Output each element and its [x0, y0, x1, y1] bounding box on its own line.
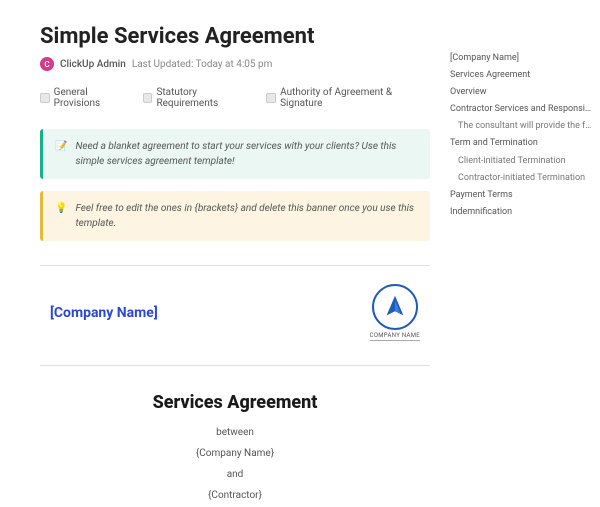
- agreement-heading: Services Agreement: [40, 392, 430, 413]
- section-chips: General Provisions Statutory Requirement…: [40, 87, 430, 109]
- company-logo-label: COMPANY NAME: [370, 332, 420, 341]
- last-updated: Last Updated: Today at 4:05 pm: [132, 59, 273, 70]
- chip-authority-signature[interactable]: Authority of Agreement & Signature: [266, 87, 430, 109]
- chip-label: General Provisions: [54, 87, 133, 109]
- toc-item-client-termination[interactable]: Client-initiated Termination: [450, 153, 592, 170]
- agreement-contractor[interactable]: {Contractor}: [40, 490, 430, 501]
- company-logo-block: COMPANY NAME: [370, 284, 420, 341]
- page-title: Simple Services Agreement: [40, 24, 430, 49]
- callout-text: Need a blanket agreement to start your s…: [75, 139, 418, 169]
- callout-instructions: 💡 Feel free to edit the ones in {bracket…: [40, 191, 430, 241]
- chip-statutory-requirements[interactable]: Statutory Requirements: [143, 87, 257, 109]
- chip-label: Statutory Requirements: [156, 87, 256, 109]
- doc-icon: [266, 93, 276, 103]
- chip-label: Authority of Agreement & Signature: [280, 87, 430, 109]
- company-logo-icon: [372, 284, 418, 330]
- author-name[interactable]: ClickUp Admin: [60, 59, 126, 70]
- toc-item-term-termination[interactable]: Term and Termination: [450, 135, 592, 152]
- author-avatar[interactable]: C: [40, 57, 54, 71]
- callout-intro: 📝 Need a blanket agreement to start your…: [40, 129, 430, 179]
- chip-general-provisions[interactable]: General Provisions: [40, 87, 133, 109]
- document-main: Simple Services Agreement C ClickUp Admi…: [0, 0, 450, 507]
- company-header: [Company Name] COMPANY NAME: [40, 284, 430, 341]
- bulb-icon: 💡: [55, 201, 67, 216]
- toc-item-contractor-services[interactable]: Contractor Services and Responsibilities: [450, 101, 592, 118]
- toc-item-company-name[interactable]: [Company Name]: [450, 50, 592, 67]
- agreement-and: and: [40, 469, 430, 480]
- divider: [40, 265, 430, 266]
- agreement-company[interactable]: {Company Name}: [40, 448, 430, 459]
- divider: [40, 365, 430, 366]
- doc-meta: C ClickUp Admin Last Updated: Today at 4…: [40, 57, 430, 71]
- doc-icon: [143, 93, 153, 103]
- memo-icon: 📝: [55, 139, 67, 154]
- toc-item-overview[interactable]: Overview: [450, 84, 592, 101]
- callout-text: Feel free to edit the ones in {brackets}…: [75, 201, 418, 231]
- doc-icon: [40, 93, 50, 103]
- toc-item-payment-terms[interactable]: Payment Terms: [450, 187, 592, 204]
- toc-item-contractor-termination[interactable]: Contractor-initiated Termination: [450, 170, 592, 187]
- toc-item-indemnification[interactable]: Indemnification: [450, 204, 592, 221]
- toc-item-consultant-provide[interactable]: The consultant will provide the follow..…: [450, 118, 592, 135]
- toc-item-services-agreement[interactable]: Services Agreement: [450, 67, 592, 84]
- outline-sidebar: [Company Name] Services Agreement Overvi…: [450, 0, 600, 507]
- company-name-placeholder[interactable]: [Company Name]: [50, 305, 158, 321]
- agreement-between: between: [40, 427, 430, 438]
